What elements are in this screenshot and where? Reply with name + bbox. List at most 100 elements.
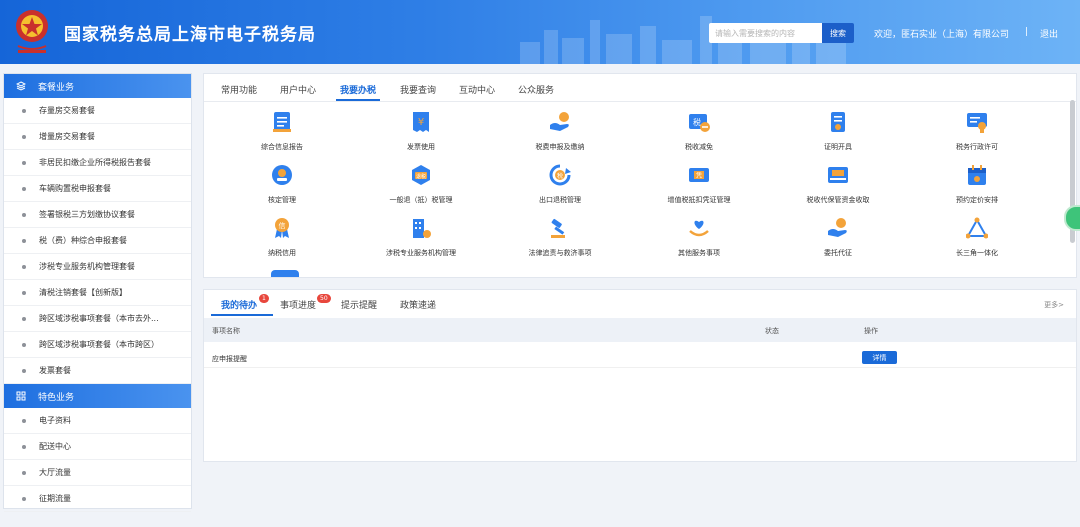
sidebar-item-label: 非居民扣缴企业所得税报告套餐: [39, 158, 151, 167]
calendar-icon: [968, 165, 986, 185]
service-label: 委托代征: [824, 249, 852, 257]
service-label: 增值税抵扣凭证管理: [667, 196, 731, 204]
site-title: 国家税务总局上海市电子税务局: [64, 25, 316, 45]
service-item[interactable]: 核定管理: [222, 164, 342, 214]
sidebar-item-label: 跨区域涉税事项套餐（本市跨区）: [39, 340, 159, 349]
sidebar: 套餐业务 存量房交易套餐 增量房交易套餐 非居民扣缴企业所得税报告套餐 车辆购置…: [3, 73, 192, 512]
sidebar-item[interactable]: 车辆购置税申报套餐: [4, 176, 191, 202]
svg-text:税: 税: [693, 117, 701, 127]
service-item[interactable]: 法律追责与救济事项: [500, 217, 620, 267]
partial-service-icon: [271, 270, 299, 277]
service-item[interactable]: 涉税专业服务机构管理: [361, 217, 481, 267]
main-tabs: 常用功能 用户中心 我要办税 我要查询 互动中心 公众服务: [204, 74, 1076, 102]
refund-icon: 退税: [412, 165, 430, 185]
sidebar-item[interactable]: 存量房交易套餐: [4, 98, 191, 124]
search-input[interactable]: [709, 23, 822, 43]
sidebar-item[interactable]: 大厅流量: [4, 460, 191, 486]
column-header-name: 事项名称: [212, 327, 240, 335]
item-name: 应申报提醒: [212, 355, 247, 363]
bullet-icon: [22, 264, 26, 269]
service-item[interactable]: 税费申报及缴纳: [500, 111, 620, 161]
sidebar-item-label: 签署银税三方划缴协议套餐: [39, 210, 135, 219]
service-item[interactable]: 其他服务事项: [639, 217, 759, 267]
service-label: 涉税专业服务机构管理: [386, 249, 456, 257]
service-item[interactable]: 税务行政许可: [917, 111, 1037, 161]
sidebar-item[interactable]: 跨区域涉税事项套餐（本市跨区）: [4, 332, 191, 358]
service-item[interactable]: 税收代保管资金收取: [778, 164, 898, 214]
detail-button[interactable]: 详情: [862, 351, 897, 364]
tab-progress[interactable]: 事项进度: [280, 298, 316, 311]
bullet-icon: [22, 368, 26, 373]
sidebar-item-label: 大厅流量: [39, 468, 71, 477]
sidebar-item[interactable]: 签署银税三方划缴协议套餐: [4, 202, 191, 228]
sidebar-section-label: 特色业务: [38, 392, 75, 403]
sidebar-item[interactable]: 征期流量: [4, 486, 191, 512]
service-item[interactable]: 委托代征: [778, 217, 898, 267]
tab-common[interactable]: 常用功能: [221, 83, 257, 96]
heart-hand-icon: [689, 220, 709, 237]
service-label: 税费申报及缴纳: [535, 143, 585, 151]
service-item[interactable]: 税 税收减免: [639, 111, 759, 161]
service-item[interactable]: 凭 增值税抵扣凭证管理: [639, 164, 759, 214]
tab-query[interactable]: 我要查询: [400, 83, 436, 96]
progress-count-badge: 50: [317, 294, 331, 303]
sidebar-item[interactable]: 非居民扣缴企业所得税报告套餐: [4, 150, 191, 176]
sidebar-item[interactable]: 发票套餐: [4, 358, 191, 384]
sidebar-item[interactable]: 涉税专业服务机构管理套餐: [4, 254, 191, 280]
floating-assistant-button[interactable]: [1064, 205, 1080, 231]
service-label: 长三角一体化: [956, 249, 998, 257]
sidebar-item[interactable]: 清税注销套餐【创新版】: [4, 280, 191, 306]
service-label: 一般退（抵）税管理: [389, 196, 453, 204]
sidebar-item-label: 存量房交易套餐: [39, 106, 95, 115]
active-tab-indicator: [336, 99, 380, 101]
service-label: 法律追责与救济事项: [528, 249, 592, 257]
tab-user-center[interactable]: 用户中心: [280, 83, 316, 96]
service-item[interactable]: 预约定价安排: [917, 164, 1037, 214]
active-tab-indicator: [211, 314, 273, 316]
sidebar-item[interactable]: 电子资料: [4, 408, 191, 434]
service-item[interactable]: ¥ 发票使用: [361, 111, 481, 161]
tab-reminders[interactable]: 提示提醒: [341, 298, 377, 311]
sidebar-item-label: 跨区域涉税事项套餐（本市去外...: [39, 314, 159, 323]
svg-text:税: 税: [557, 172, 563, 180]
tab-public-service[interactable]: 公众服务: [518, 83, 554, 96]
service-item[interactable]: 税 出口退税管理: [500, 164, 620, 214]
more-link[interactable]: 更多>: [1044, 300, 1064, 310]
tax-payment-icon: [550, 112, 569, 131]
sidebar-item[interactable]: 税（费）种综合申报套餐: [4, 228, 191, 254]
bullet-icon: [22, 134, 26, 139]
sidebar-item[interactable]: 增量房交易套餐: [4, 124, 191, 150]
table-row: 应申报提醒 详情: [204, 346, 1076, 368]
sidebar-item[interactable]: 跨区域涉税事项套餐（本市去外...: [4, 306, 191, 332]
svg-text:退税: 退税: [416, 173, 426, 180]
sidebar-section-featured[interactable]: 特色业务: [4, 384, 191, 408]
logout-link[interactable]: 退出: [1040, 27, 1058, 40]
bullet-icon: [22, 212, 26, 217]
sidebar-item-label: 征期流量: [39, 494, 71, 503]
tab-my-todo[interactable]: 我的待办: [221, 298, 257, 311]
assessment-icon: [272, 165, 292, 185]
voucher-icon: 凭: [689, 168, 709, 182]
sidebar-item[interactable]: 配送中心: [4, 434, 191, 460]
service-label: 证明开具: [824, 143, 852, 151]
service-item[interactable]: 综合信息报告: [222, 111, 342, 161]
service-item[interactable]: 信 纳税信用: [222, 217, 342, 267]
tab-tax-handling[interactable]: 我要办税: [340, 83, 376, 96]
service-item[interactable]: 长三角一体化: [917, 217, 1037, 267]
export-refund-icon: 税: [549, 164, 571, 186]
table-header: 事项名称 状态 操作: [204, 318, 1076, 342]
tax-relief-icon: 税: [689, 114, 710, 132]
custody-fund-icon: [828, 167, 848, 183]
service-label: 税收减免: [685, 143, 713, 151]
service-item[interactable]: 证明开具: [778, 111, 898, 161]
service-label: 核定管理: [268, 196, 296, 204]
service-label: 发票使用: [407, 143, 435, 151]
tab-policy-news[interactable]: 政策速递: [400, 298, 436, 311]
search-button[interactable]: 搜索: [822, 23, 854, 43]
tax-bureau-emblem-icon: [16, 10, 48, 53]
service-label: 税务行政许可: [956, 143, 998, 151]
service-item[interactable]: 退税 一般退（抵）税管理: [361, 164, 481, 214]
tab-interaction[interactable]: 互动中心: [459, 83, 495, 96]
sidebar-section-package[interactable]: 套餐业务: [4, 74, 191, 98]
bullet-icon: [22, 108, 26, 113]
